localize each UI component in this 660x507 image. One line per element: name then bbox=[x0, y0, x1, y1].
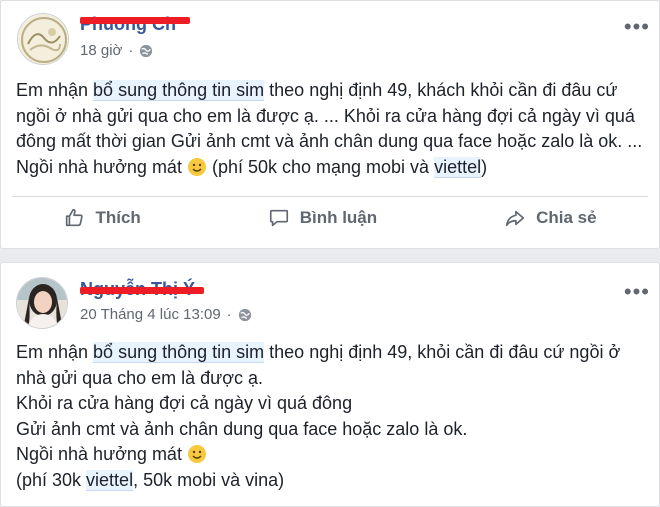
post-line: (phí 30k viettel, 50k mobi và vina) bbox=[16, 468, 644, 494]
share-button[interactable]: Chia sẻ bbox=[492, 203, 608, 233]
globe-icon bbox=[140, 44, 153, 57]
redaction-bar bbox=[80, 17, 190, 24]
highlighted-link[interactable]: bổ sung thông tin sim bbox=[93, 80, 265, 101]
post-timestamp[interactable]: 18 giờ bbox=[80, 42, 122, 59]
smiley-emoji-icon bbox=[187, 445, 206, 463]
comment-button[interactable]: Bình luận bbox=[256, 203, 389, 233]
post-line: Ngồi nhà hưởng mát bbox=[16, 442, 644, 468]
highlighted-link[interactable]: viettel bbox=[434, 156, 482, 178]
more-options-icon[interactable]: ••• bbox=[624, 281, 650, 303]
post-text: Em nhận bbox=[16, 342, 94, 362]
highlighted-link[interactable]: viettel bbox=[86, 469, 134, 491]
post-timestamp[interactable]: 20 Tháng 4 lúc 13:09 bbox=[80, 306, 221, 323]
post-text: (phí 30k bbox=[16, 469, 87, 490]
globe-icon bbox=[238, 308, 251, 321]
share-label: Chia sẻ bbox=[536, 208, 597, 227]
post-body: Em nhận bổ sung thông tin sim theo nghị … bbox=[16, 78, 644, 180]
redaction-bar bbox=[80, 287, 204, 294]
post-meta: 20 Tháng 4 lúc 13:09 · bbox=[80, 306, 252, 323]
author-avatar[interactable] bbox=[17, 13, 69, 65]
like-label: Thích bbox=[95, 208, 141, 227]
post-meta: 18 giờ · bbox=[80, 42, 153, 59]
speech-bubble-icon bbox=[269, 209, 288, 227]
post-text: ) bbox=[481, 156, 488, 177]
smiley-emoji-icon bbox=[187, 157, 206, 176]
comment-label: Bình luận bbox=[299, 208, 378, 227]
post-line: Khỏi ra cửa hàng đợi cả ngày vì quá đông bbox=[16, 393, 353, 413]
more-options-icon[interactable]: ••• bbox=[624, 16, 650, 38]
highlighted-link[interactable]: bổ sung thông tin sim bbox=[93, 342, 265, 363]
like-button[interactable]: Thích bbox=[51, 203, 152, 233]
author-avatar[interactable] bbox=[16, 277, 68, 329]
post-body: Em nhận bổ sung thông tin sim theo nghị … bbox=[16, 340, 644, 493]
post-actions: Thích Bình luận Chia sẻ bbox=[0, 198, 660, 238]
post-text: (phí 50k cho mạng mobi và bbox=[206, 156, 435, 177]
post-text: , 50k mobi và vina) bbox=[133, 469, 285, 490]
post-text: Ngồi nhà hưởng mát bbox=[16, 444, 187, 464]
share-arrow-icon bbox=[505, 210, 525, 227]
post-line: Em nhận bổ sung thông tin sim theo nghị … bbox=[16, 340, 644, 391]
thumbs-up-icon bbox=[66, 208, 84, 227]
post-line: Gửi ảnh cmt và ảnh chân dung qua face ho… bbox=[16, 418, 468, 439]
post-text: Em nhận bbox=[16, 80, 94, 100]
divider bbox=[12, 196, 648, 197]
